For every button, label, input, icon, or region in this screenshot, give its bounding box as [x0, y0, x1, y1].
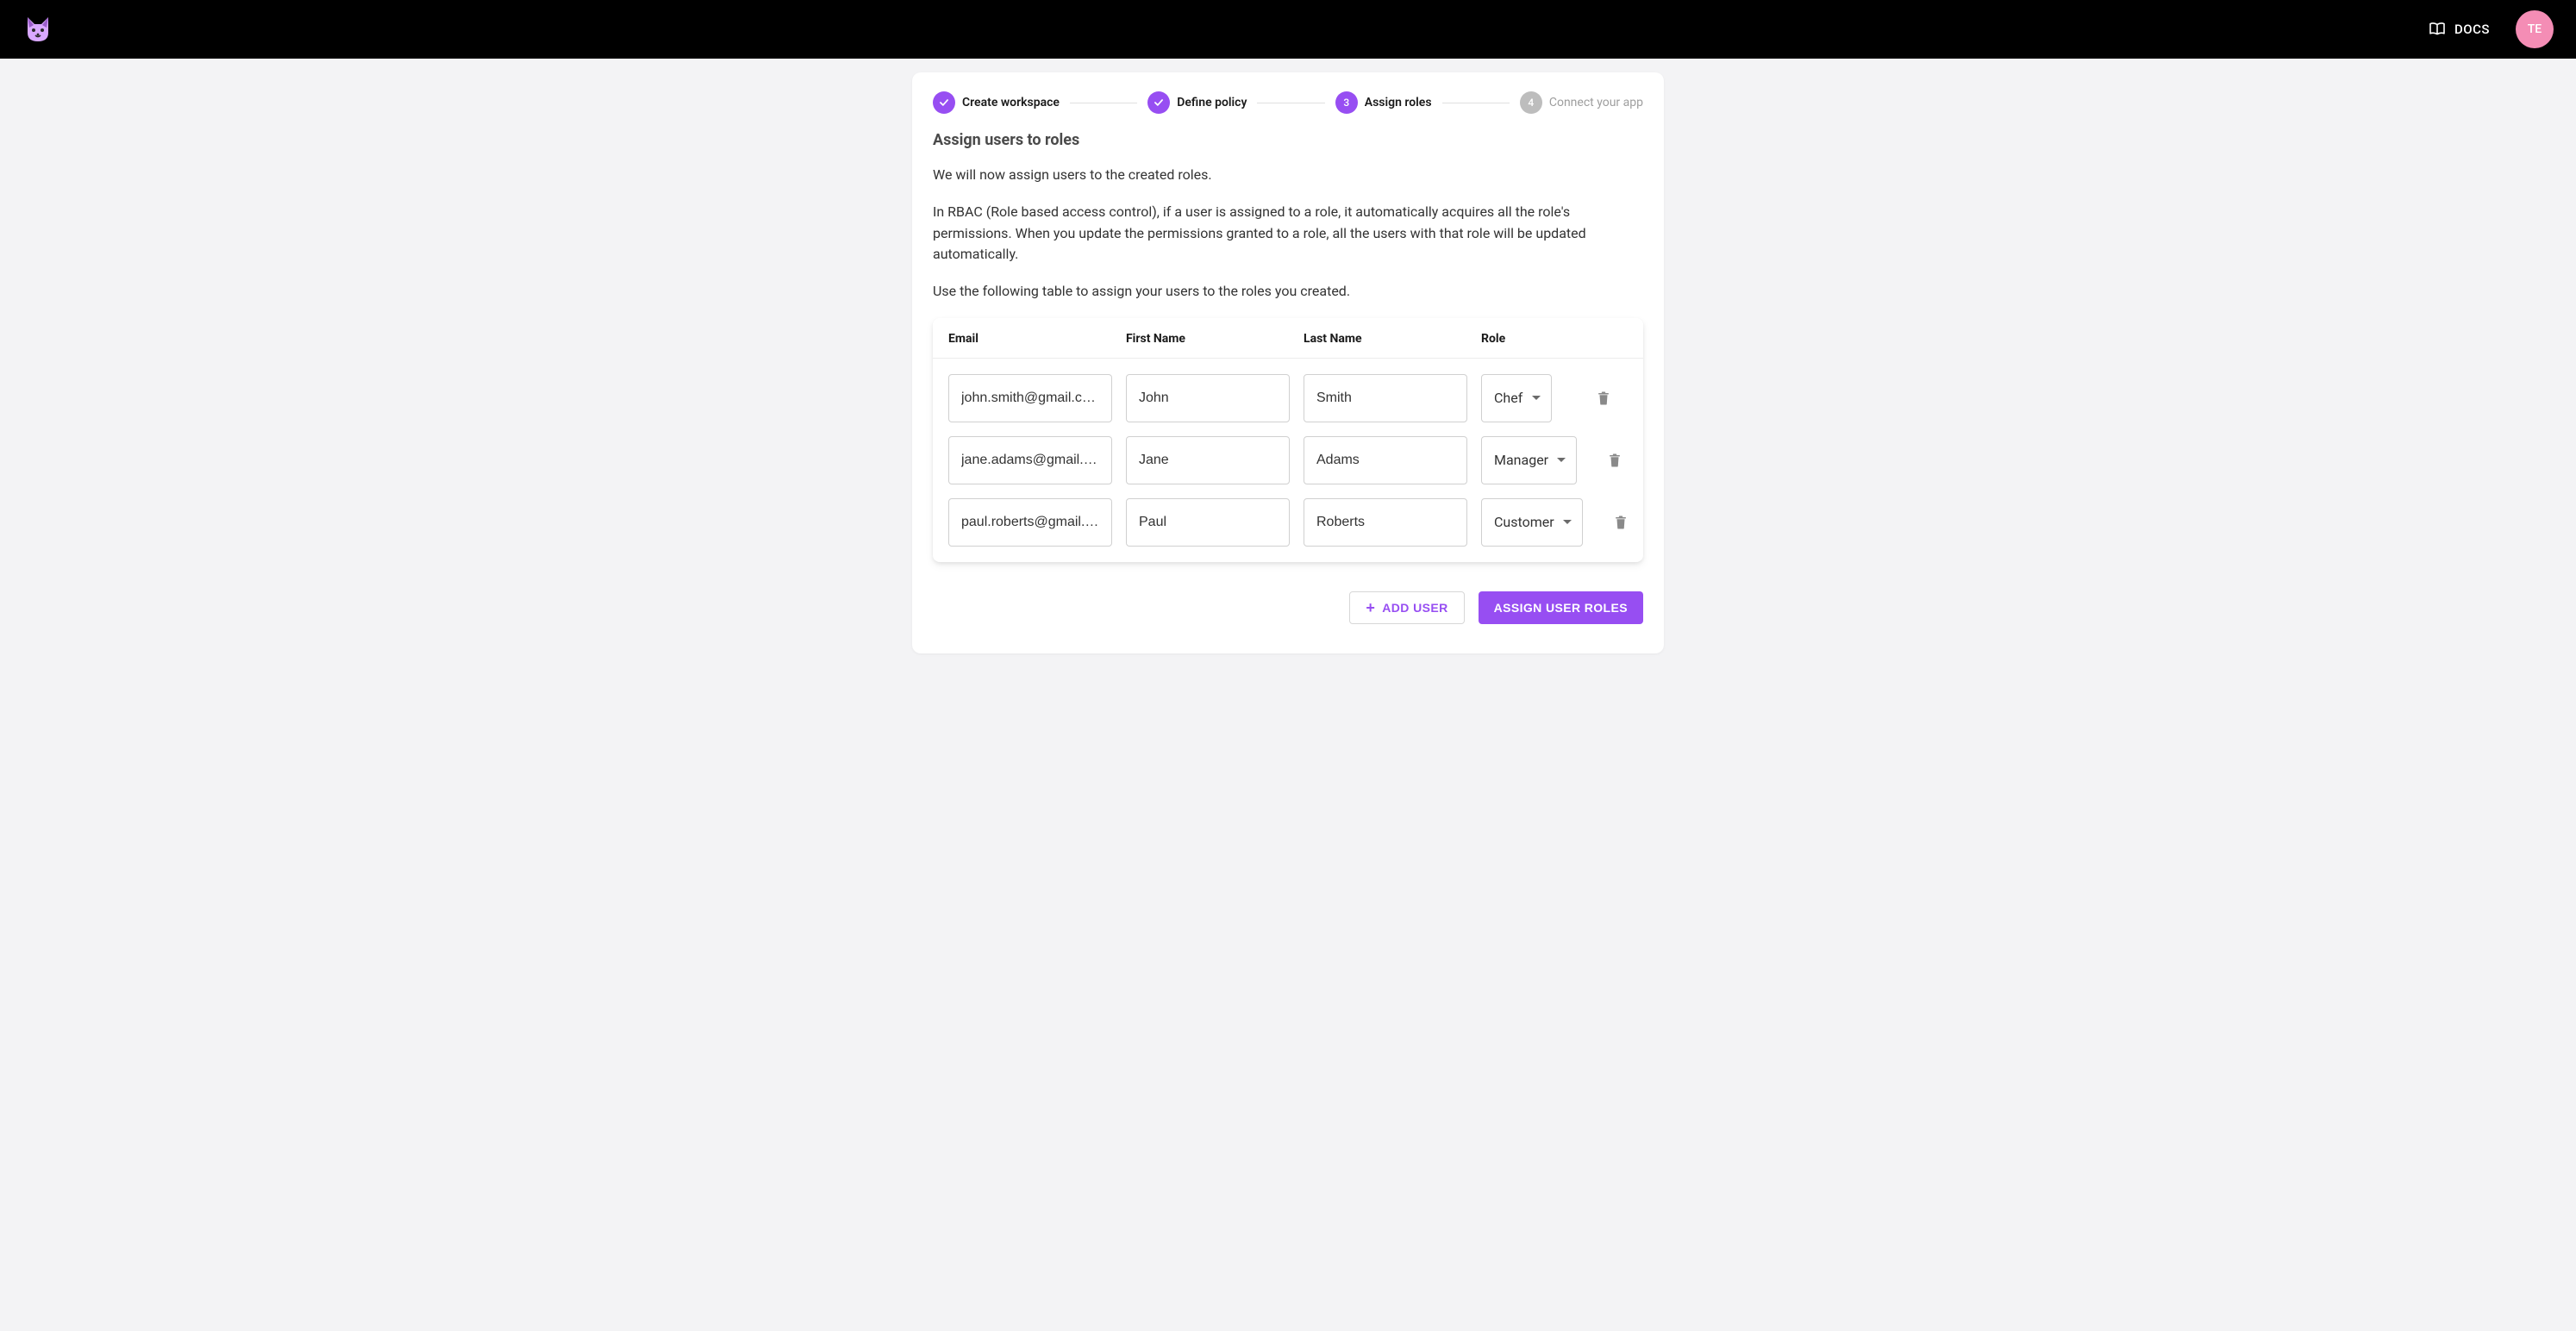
table-body: Chef Manager Customer: [933, 359, 1643, 562]
step-number-badge: 3: [1335, 91, 1358, 114]
app-logo[interactable]: [22, 14, 53, 45]
email-field[interactable]: [948, 436, 1112, 484]
stepper: Create workspace Define policy 3 Assign …: [933, 91, 1643, 114]
delete-row-button[interactable]: [1597, 514, 1643, 531]
users-table: Email First Name Last Name Role Chef Mana…: [933, 318, 1643, 562]
topbar: DOCS TE: [0, 0, 2576, 59]
role-select[interactable]: Customer: [1481, 498, 1583, 547]
col-last-name: Last Name: [1304, 332, 1481, 346]
page-title: Assign users to roles: [933, 131, 1643, 149]
assign-user-roles-button[interactable]: ASSIGN USER ROLES: [1479, 591, 1643, 624]
book-icon: [2429, 22, 2446, 36]
step-connect-your-app[interactable]: 4 Connect your app: [1520, 91, 1643, 114]
action-bar: + ADD USER ASSIGN USER ROLES: [933, 591, 1643, 624]
last-name-field[interactable]: [1304, 374, 1467, 422]
step-label: Assign roles: [1365, 96, 1432, 109]
first-name-field[interactable]: [1126, 498, 1290, 547]
table-row: Manager: [933, 429, 1643, 491]
first-name-field[interactable]: [1126, 436, 1290, 484]
step-label: Create workspace: [962, 96, 1060, 109]
docs-link[interactable]: DOCS: [2429, 22, 2490, 37]
avatar-initials: TE: [2528, 22, 2542, 36]
first-name-field[interactable]: [1126, 374, 1290, 422]
step-number-badge: 4: [1520, 91, 1542, 114]
chevron-down-icon: [1563, 520, 1572, 524]
table-header: Email First Name Last Name Role: [933, 318, 1643, 359]
intro-paragraph-1: We will now assign users to the created …: [933, 165, 1643, 186]
avatar[interactable]: TE: [2516, 10, 2554, 48]
email-field[interactable]: [948, 374, 1112, 422]
col-first-name: First Name: [1126, 332, 1304, 346]
chevron-down-icon: [1532, 396, 1541, 400]
role-value: Chef: [1494, 390, 1522, 406]
topbar-right: DOCS TE: [2429, 10, 2554, 48]
docs-label: DOCS: [2454, 22, 2490, 37]
step-assign-roles[interactable]: 3 Assign roles: [1335, 91, 1432, 114]
check-icon: [933, 91, 955, 114]
email-field[interactable]: [948, 498, 1112, 547]
add-user-label: ADD USER: [1382, 601, 1447, 615]
chevron-down-icon: [1557, 458, 1566, 462]
wizard-card: Create workspace Define policy 3 Assign …: [912, 72, 1664, 653]
trash-icon: [1607, 452, 1623, 469]
trash-icon: [1596, 390, 1611, 407]
delete-row-button[interactable]: [1591, 452, 1639, 469]
step-label: Connect your app: [1549, 96, 1643, 109]
last-name-field[interactable]: [1304, 498, 1467, 547]
table-row: Customer: [933, 491, 1643, 562]
assign-label: ASSIGN USER ROLES: [1494, 601, 1628, 615]
intro-paragraph-3: Use the following table to assign your u…: [933, 281, 1643, 303]
dog-logo-icon: [22, 14, 53, 45]
role-value: Customer: [1494, 514, 1554, 530]
trash-icon: [1613, 514, 1629, 531]
role-select[interactable]: Manager: [1481, 436, 1577, 484]
table-row: Chef: [933, 359, 1643, 429]
last-name-field[interactable]: [1304, 436, 1467, 484]
delete-row-button[interactable]: [1579, 390, 1628, 407]
check-icon: [1147, 91, 1170, 114]
intro-paragraph-2: In RBAC (Role based access control), if …: [933, 202, 1643, 266]
step-label: Define policy: [1177, 96, 1247, 109]
role-value: Manager: [1494, 452, 1548, 468]
add-user-button[interactable]: + ADD USER: [1349, 591, 1464, 624]
step-define-policy[interactable]: Define policy: [1147, 91, 1247, 114]
plus-icon: +: [1366, 600, 1375, 616]
role-select[interactable]: Chef: [1481, 374, 1552, 422]
step-create-workspace[interactable]: Create workspace: [933, 91, 1060, 114]
col-email: Email: [948, 332, 1126, 346]
col-role: Role: [1481, 332, 1579, 346]
